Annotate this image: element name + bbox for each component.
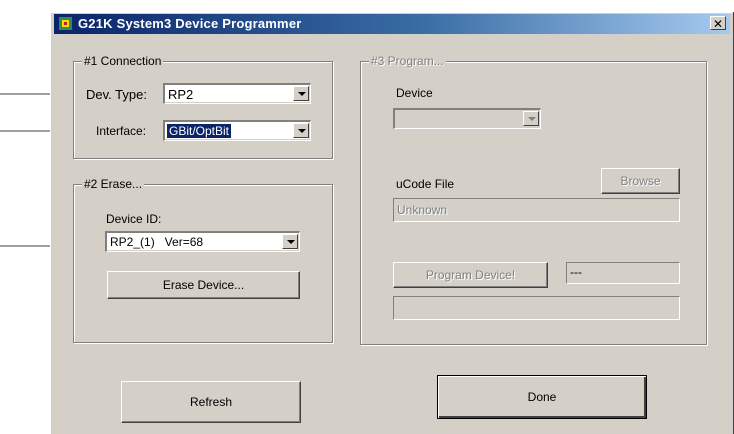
device-label: Device	[396, 86, 433, 100]
erase-legend: #2 Erase...	[82, 177, 145, 191]
connection-group: #1 Connection	[73, 54, 333, 159]
erase-group: #2 Erase...	[73, 177, 333, 343]
dev-type-label: Dev. Type:	[86, 87, 147, 102]
window-title: G21K System3 Device Programmer	[78, 16, 302, 31]
program-device-label: Program Device!	[425, 268, 516, 282]
device-select[interactable]	[393, 108, 541, 129]
title-bar[interactable]: G21K System3 Device Programmer ✕	[54, 14, 730, 34]
browse-label: Browse	[620, 174, 661, 188]
done-button[interactable]: Done	[437, 375, 647, 419]
dev-type-value: RP2	[168, 87, 194, 102]
refresh-label: Refresh	[189, 395, 233, 409]
program-status-field: ---	[566, 262, 680, 284]
dev-type-select[interactable]: RP2	[163, 83, 311, 104]
program-legend: #3 Program...	[369, 54, 446, 68]
program-device-button[interactable]: Program Device!	[393, 262, 548, 288]
done-label: Done	[527, 390, 557, 404]
ucode-file-label: uCode File	[396, 177, 455, 191]
connection-legend: #1 Connection	[82, 54, 164, 68]
device-id-select[interactable]: RP2_(1) Ver=68	[105, 231, 300, 252]
browse-button[interactable]: Browse	[601, 168, 680, 194]
chevron-down-icon[interactable]	[523, 111, 539, 126]
interface-label: Interface:	[96, 124, 147, 138]
refresh-button[interactable]: Refresh	[121, 381, 301, 423]
programmer-chip-icon	[59, 17, 72, 30]
ucode-file-field[interactable]: Unknown	[393, 198, 680, 222]
close-icon: ✕	[712, 17, 724, 31]
device-id-label: Device ID:	[106, 212, 162, 226]
device-id-value: RP2_(1) Ver=68	[110, 235, 204, 249]
close-button[interactable]: ✕	[710, 16, 726, 31]
chevron-down-icon[interactable]	[293, 86, 309, 101]
erase-device-label: Erase Device...	[162, 278, 245, 292]
program-progress-field	[393, 296, 680, 320]
interface-select[interactable]: GBit/OptBit	[163, 120, 311, 141]
chevron-down-icon[interactable]	[293, 123, 309, 138]
chevron-down-icon[interactable]	[282, 234, 298, 249]
interface-value: GBit/OptBit	[165, 123, 233, 139]
erase-device-button[interactable]: Erase Device...	[107, 271, 300, 299]
